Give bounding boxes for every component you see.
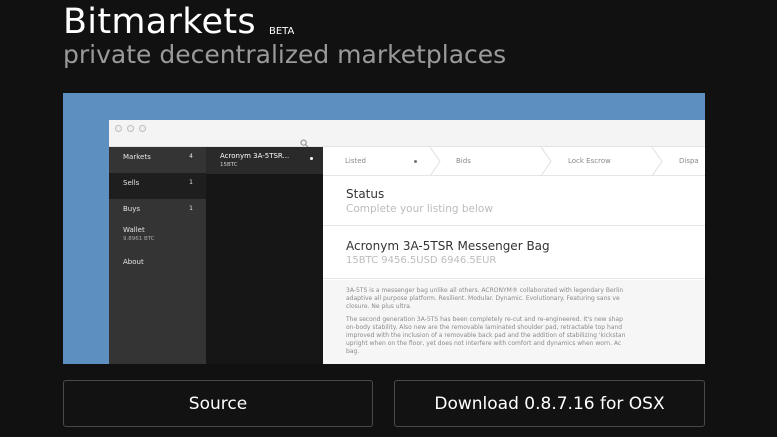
description-line: adaptive all purpose platform. Resilient… [346, 295, 620, 302]
item-section: Acronym 3A-5TSR Messenger Bag 15BTC 9456… [323, 226, 705, 279]
sidebar: Markets 4 Sells 1 Buys 1 Wallet 9.8961 B… [109, 147, 206, 364]
step-lock-escrow: Lock Escrow [568, 157, 611, 165]
sidebar-item-label: Buys [123, 205, 141, 213]
sidebar-item-count: 1 [189, 179, 193, 186]
description-line: upright when on the floor, yet does not … [346, 340, 622, 347]
page-title: Bitmarkets [63, 2, 256, 42]
list-item-price: 15BTC [220, 162, 238, 168]
list-item: Acronym 3A-5TSR... 15BTC [206, 147, 323, 174]
status-subtitle: Complete your listing below [346, 203, 493, 215]
description-line: 3A-5TS is a messenger bag unlike all oth… [346, 287, 624, 294]
status-title: Status [346, 187, 385, 201]
current-step-dot-icon [414, 160, 417, 163]
sidebar-item-label: About [123, 258, 144, 266]
step-chevron-icon [651, 147, 663, 176]
sidebar-item-label: Wallet [123, 226, 145, 234]
source-button[interactable]: Source [63, 380, 373, 427]
beta-badge: BETA [269, 26, 295, 37]
window-titlebar [109, 120, 705, 148]
sidebar-item-count: 4 [189, 153, 193, 160]
step-chevron-icon [429, 147, 441, 176]
tagline: private decentralized marketplaces [63, 40, 507, 69]
description-line: improved with the inclusion of a removab… [346, 332, 626, 339]
item-description: 3A-5TS is a messenger bag unlike all oth… [323, 280, 705, 364]
list-item-title: Acronym 3A-5TSR... [220, 152, 290, 160]
description-line: on-body stability. Also new are the remo… [346, 324, 623, 331]
step-chevron-icon [540, 147, 552, 176]
app-window: Markets 4 Sells 1 Buys 1 Wallet 9.8961 B… [109, 120, 705, 364]
step-dispatch: Dispa [679, 157, 699, 165]
window-close-icon [115, 125, 122, 132]
download-button[interactable]: Download 0.8.7.16 for OSX [394, 380, 705, 427]
progress-steps: Listed Bids Lock Escrow Dispa [323, 147, 705, 176]
description-line: The second generation 3A-5TS has been co… [346, 316, 623, 323]
item-title: Acronym 3A-5TSR Messenger Bag [346, 239, 550, 253]
status-section: Status Complete your listing below [323, 176, 705, 226]
sidebar-item-label: Sells [123, 179, 140, 187]
sidebar-item-markets: Markets 4 [109, 147, 206, 173]
window-minimize-icon [127, 125, 134, 132]
step-bids: Bids [456, 157, 471, 165]
step-listed: Listed [345, 157, 366, 165]
detail-pane: Listed Bids Lock Escrow Dispa Status Com… [323, 147, 705, 364]
sidebar-item-sells: Sells 1 [109, 173, 206, 199]
sidebar-item-label: Markets [123, 153, 151, 161]
sidebar-item-count: 1 [189, 205, 193, 212]
search-icon [300, 133, 309, 148]
description-line: closure. Ne plus ultra. [346, 303, 412, 310]
wallet-balance: 9.8961 BTC [123, 236, 155, 242]
description-line: bag. [346, 348, 360, 355]
sidebar-item-about: About [109, 252, 206, 278]
app-screenshot: Markets 4 Sells 1 Buys 1 Wallet 9.8961 B… [63, 93, 705, 364]
sidebar-item-wallet: Wallet 9.8961 BTC [109, 220, 206, 250]
listing-pane: Acronym 3A-5TSR... 15BTC [206, 147, 323, 364]
brand-header: Bitmarkets BETA [63, 2, 294, 42]
status-dot-icon [310, 157, 313, 160]
item-price: 15BTC 9456.5USD 6946.5EUR [346, 255, 497, 266]
window-zoom-icon [139, 125, 146, 132]
